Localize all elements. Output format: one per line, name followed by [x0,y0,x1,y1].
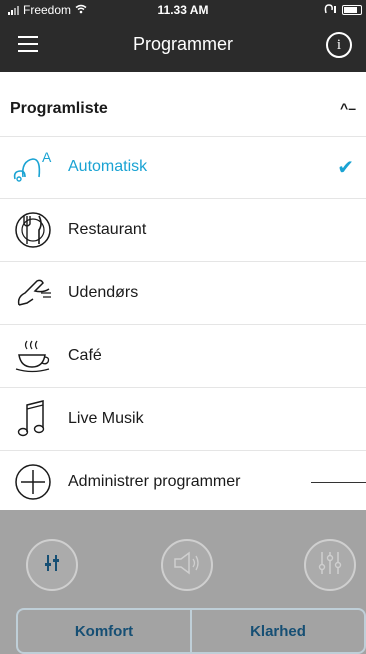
running-shoe-icon [10,273,56,313]
automatic-program-icon: A [10,147,56,187]
program-label: Restaurant [68,221,147,238]
coffee-cup-icon [10,336,56,376]
program-label: Automatisk [68,158,148,175]
program-label: Live Musik [68,410,144,427]
status-time: 11.33 AM [157,3,209,17]
add-circle-icon [10,462,56,502]
status-bar: Freedom 11.33 AM [0,0,366,20]
program-label: Café [68,347,102,364]
mixer-button[interactable] [304,539,356,591]
battery-icon [342,5,362,15]
program-label: Udendørs [68,284,139,301]
svg-text:A: A [42,149,52,165]
equalizer-button[interactable] [26,539,78,591]
program-item-restaurant[interactable]: Restaurant [0,199,366,262]
segment-klarhed[interactable]: Klarhed [190,610,364,652]
checkmark-icon: ✔ [337,156,354,179]
page-title: Programmer [132,34,234,54]
program-item-cafe[interactable]: Café [0,325,366,388]
speaker-icon [173,551,201,580]
restaurant-icon [10,210,56,250]
segment-komfort[interactable]: Komfort [18,610,190,652]
equalizer-icon [41,552,63,579]
program-list-header[interactable]: Programliste ^– [0,72,366,137]
hearing-aid-icon [324,3,338,17]
program-list-title: Programliste [10,100,108,117]
divider-line [311,482,366,483]
volume-button[interactable] [161,539,213,591]
program-item-udendors[interactable]: Udendørs [0,262,366,325]
chevron-up-icon[interactable]: ^– [340,100,356,116]
navigation-bar: Programmer i [0,20,366,72]
program-item-live-musik[interactable]: Live Musik [0,388,366,451]
program-item-automatisk[interactable]: A Automatisk ✔ [0,136,366,199]
info-icon[interactable]: i [326,32,352,58]
music-note-icon [10,399,56,439]
sliders-icon [317,550,343,581]
program-item-administrer[interactable]: Administrer programmer [0,451,366,514]
status-right [324,3,362,17]
program-list: A Automatisk ✔ Restaurant Udendørs Café … [0,136,366,514]
sound-mode-segmented-control: Komfort Klarhed [16,608,366,654]
program-label: Administrer programmer [68,473,241,490]
bottom-controls-overlay: Komfort Klarhed [0,510,366,654]
